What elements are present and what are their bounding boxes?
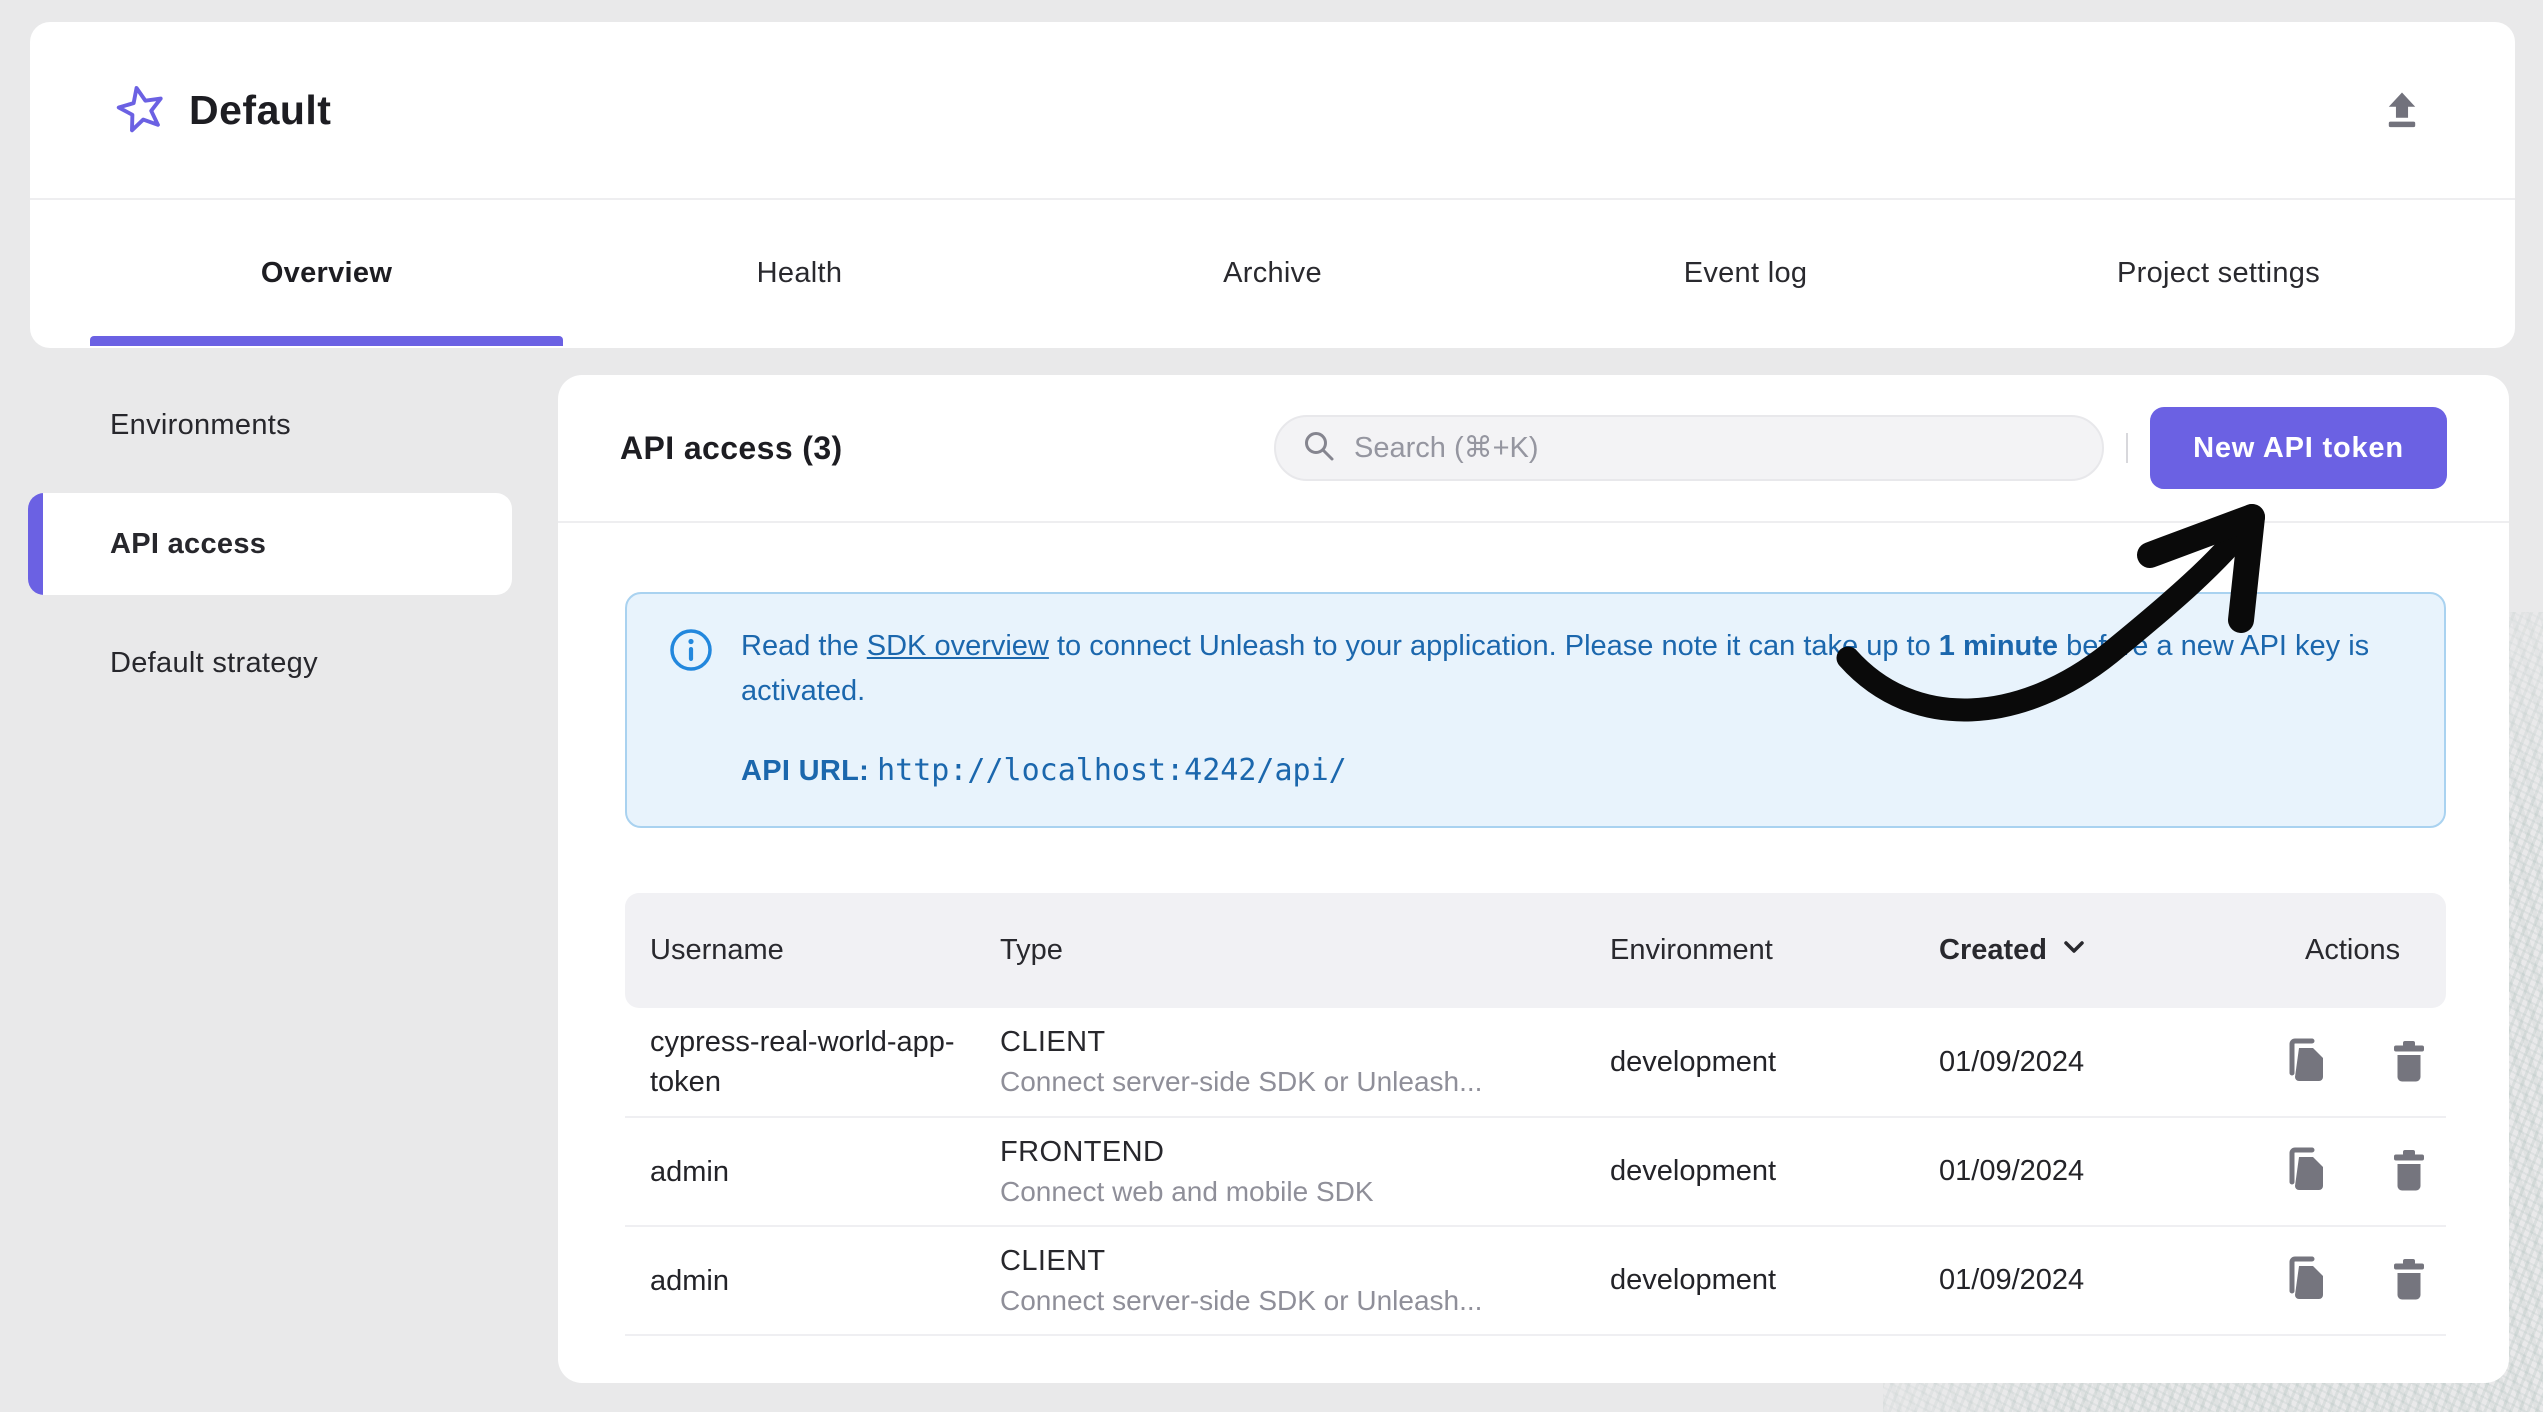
api-url-label: API URL: bbox=[741, 755, 870, 787]
new-api-token-button[interactable]: New API token bbox=[2150, 407, 2447, 489]
table-row: admin FRONTEND Connect web and mobile SDK d… bbox=[625, 1118, 2446, 1227]
token-actions bbox=[2279, 1036, 2446, 1088]
delete-token-button[interactable] bbox=[2383, 1036, 2435, 1088]
sidebar-item-label: API access bbox=[110, 527, 267, 560]
project-title: Default bbox=[189, 86, 332, 133]
column-header-environment: Environment bbox=[1610, 934, 1773, 966]
sidebar-item-label: Environments bbox=[110, 408, 291, 441]
page-title: API access (3) bbox=[620, 429, 843, 466]
alert-text-1: Read the bbox=[741, 630, 867, 662]
token-username: admin bbox=[650, 1264, 729, 1297]
chevron-down-icon bbox=[2059, 932, 2089, 970]
api-access-card: API access (3) New API token Read the SD… bbox=[558, 375, 2509, 1383]
search-box[interactable] bbox=[1274, 415, 2104, 481]
sidebar-item-environments[interactable]: Environments bbox=[28, 392, 512, 458]
token-created-date: 01/09/2024 bbox=[1939, 1264, 2085, 1296]
column-header-actions: Actions bbox=[2305, 934, 2401, 966]
column-header-created[interactable]: Created bbox=[1939, 932, 2279, 970]
project-header: Default bbox=[30, 22, 2515, 200]
token-actions bbox=[2279, 1146, 2446, 1198]
alert-text: Read the SDK overview to connect Unleash… bbox=[741, 624, 2401, 794]
token-type-description: Connect server-side SDK or Unleash... bbox=[1000, 1284, 1483, 1316]
info-icon bbox=[669, 624, 713, 794]
settings-sidebar: Environments API access Default strategy bbox=[28, 392, 512, 731]
token-type: CLIENT bbox=[1000, 1244, 1106, 1277]
tab-event-log[interactable]: Event log bbox=[1509, 200, 1982, 346]
token-created-date: 01/09/2024 bbox=[1939, 1045, 2085, 1078]
column-header-username: Username bbox=[650, 934, 784, 966]
search-icon bbox=[1302, 429, 1336, 468]
alert-text-2: to connect Unleash to your application. … bbox=[1048, 630, 1939, 662]
column-header-label: Created bbox=[1939, 934, 2047, 966]
sidebar-item-api-access[interactable]: API access bbox=[28, 493, 512, 595]
tab-project-settings[interactable]: Project settings bbox=[1982, 200, 2455, 346]
sidebar-item-default-strategy[interactable]: Default strategy bbox=[28, 630, 512, 696]
token-type: FRONTEND bbox=[1000, 1135, 1165, 1168]
star-icon bbox=[115, 83, 167, 138]
api-url-line: API URL: http://localhost:4242/api/ bbox=[741, 748, 2401, 794]
info-alert: Read the SDK overview to connect Unleash… bbox=[625, 592, 2446, 828]
token-environment: development bbox=[1610, 1264, 1777, 1296]
token-created-date: 01/09/2024 bbox=[1939, 1155, 2085, 1187]
api-url-value: http://localhost:4242/api/ bbox=[877, 753, 1347, 788]
token-username: cypress-real-world-app-token bbox=[650, 1026, 955, 1098]
token-type-cell: CLIENT Connect server-side SDK or Unleash… bbox=[1000, 1026, 1610, 1098]
token-type-description: Connect web and mobile SDK bbox=[1000, 1175, 1374, 1207]
api-tokens-table: Username Type Environment Created Actions cy… bbox=[625, 893, 2446, 1336]
sdk-overview-link[interactable]: SDK overview bbox=[867, 630, 1049, 662]
delete-token-button[interactable] bbox=[2383, 1255, 2435, 1307]
table-row: admin CLIENT Connect server-side SDK or Un… bbox=[625, 1227, 2446, 1336]
copy-token-button[interactable] bbox=[2279, 1255, 2331, 1307]
token-type-description: Connect server-side SDK or Unleash... bbox=[1000, 1066, 1483, 1097]
alert-bold-text: 1 minute bbox=[1938, 630, 2059, 662]
column-header-type: Type bbox=[1000, 934, 1063, 966]
token-type: CLIENT bbox=[1000, 1026, 1106, 1058]
table-header-row: Username Type Environment Created Actions bbox=[625, 893, 2446, 1008]
export-button[interactable] bbox=[2374, 82, 2430, 138]
token-environment: development bbox=[1610, 1045, 1777, 1078]
header-divider bbox=[2126, 433, 2128, 463]
token-environment: development bbox=[1610, 1155, 1777, 1187]
copy-token-button[interactable] bbox=[2279, 1036, 2331, 1088]
project-header-card: Default Overview Health Archive Event log Pr… bbox=[30, 22, 2515, 348]
project-tabs: Overview Health Archive Event log Project se… bbox=[30, 200, 2515, 346]
delete-icon bbox=[2386, 1256, 2432, 1305]
token-type-cell: CLIENT Connect server-side SDK or Unleash… bbox=[1000, 1245, 1610, 1317]
api-access-header: API access (3) New API token bbox=[558, 375, 2509, 523]
token-actions bbox=[2279, 1255, 2446, 1307]
copy-icon bbox=[2281, 1037, 2329, 1088]
tab-overview[interactable]: Overview bbox=[90, 200, 563, 346]
search-input[interactable] bbox=[1354, 431, 2092, 465]
copy-icon bbox=[2281, 1255, 2329, 1306]
favorite-star-button[interactable] bbox=[115, 84, 167, 136]
delete-icon bbox=[2386, 1147, 2432, 1196]
copy-icon bbox=[2281, 1146, 2329, 1197]
tab-health[interactable]: Health bbox=[563, 200, 1036, 346]
token-username: admin bbox=[650, 1155, 729, 1188]
delete-icon bbox=[2386, 1038, 2432, 1087]
upload-icon bbox=[2380, 87, 2424, 134]
table-body: cypress-real-world-app-token CLIENT Connec… bbox=[625, 1008, 2446, 1336]
copy-token-button[interactable] bbox=[2279, 1146, 2331, 1198]
token-type-cell: FRONTEND Connect web and mobile SDK bbox=[1000, 1136, 1610, 1208]
tab-archive[interactable]: Archive bbox=[1036, 200, 1509, 346]
sidebar-item-label: Default strategy bbox=[110, 646, 318, 679]
table-row: cypress-real-world-app-token CLIENT Connec… bbox=[625, 1008, 2446, 1118]
active-indicator-bar bbox=[28, 493, 43, 595]
delete-token-button[interactable] bbox=[2383, 1146, 2435, 1198]
